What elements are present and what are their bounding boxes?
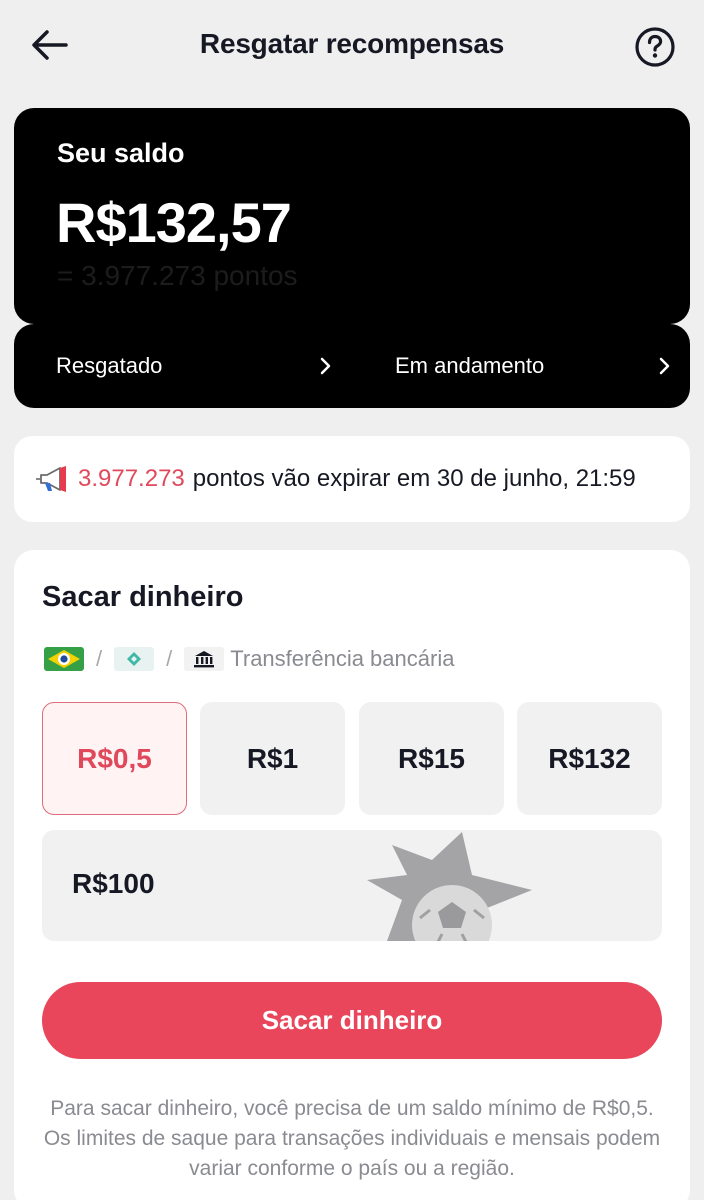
expiry-notice: 3.977.273 pontos vão expirar em 30 de ju…	[14, 436, 690, 522]
amount-option-0-5[interactable]: R$0,5	[42, 702, 187, 815]
pix-logo-icon	[44, 647, 84, 671]
chevron-right-icon	[659, 357, 670, 375]
diamond-logo-icon	[114, 647, 155, 671]
bank-icon	[184, 647, 225, 671]
balance-card: Seu saldo R$132,57 = 3.977.273 pontos	[14, 108, 690, 324]
expiry-text: pontos vão expirar em 30 de junho, 21:59	[192, 465, 636, 492]
balance-points: = 3.977.273 pontos	[57, 260, 298, 291]
chevron-right-icon	[320, 357, 331, 375]
amount-option-1[interactable]: R$1	[200, 702, 345, 815]
balance-value: R$132,57	[56, 191, 292, 254]
withdraw-button[interactable]: Sacar dinheiro	[42, 982, 662, 1059]
withdraw-card: Sacar dinheiro / / Transferência bancári…	[14, 550, 690, 1200]
in-progress-link[interactable]: Em andamento	[395, 324, 675, 408]
amount-option-132[interactable]: R$132	[517, 702, 662, 815]
method-separator: /	[166, 646, 173, 671]
redeemed-link[interactable]: Resgatado	[56, 324, 336, 408]
amount-option-100[interactable]: R$100	[42, 830, 662, 941]
header: Resgatar recompensas	[0, 0, 704, 92]
expiring-points: 3.977.273	[78, 465, 185, 492]
help-button[interactable]	[632, 24, 678, 70]
soccer-ball-icon	[367, 832, 532, 941]
bank-transfer-label: Transferência bancária	[230, 646, 455, 671]
withdraw-title: Sacar dinheiro	[42, 581, 244, 613]
amount-option-100-label: R$100	[72, 868, 155, 899]
redeemed-label: Resgatado	[56, 353, 163, 378]
page-title: Resgatar recompensas	[199, 28, 505, 59]
question-circle-icon	[635, 27, 675, 67]
balance-label: Seu saldo	[57, 138, 185, 168]
method-separator: /	[96, 646, 103, 671]
balance-links: Resgatado Em andamento	[14, 324, 690, 408]
megaphone-icon	[36, 466, 66, 492]
amount-option-15[interactable]: R$15	[359, 702, 504, 815]
payment-methods: / / Transferência bancária	[44, 646, 454, 672]
in-progress-label: Em andamento	[395, 353, 545, 378]
withdraw-footnote: Para sacar dinheiro, você precisa de um …	[43, 1097, 661, 1180]
